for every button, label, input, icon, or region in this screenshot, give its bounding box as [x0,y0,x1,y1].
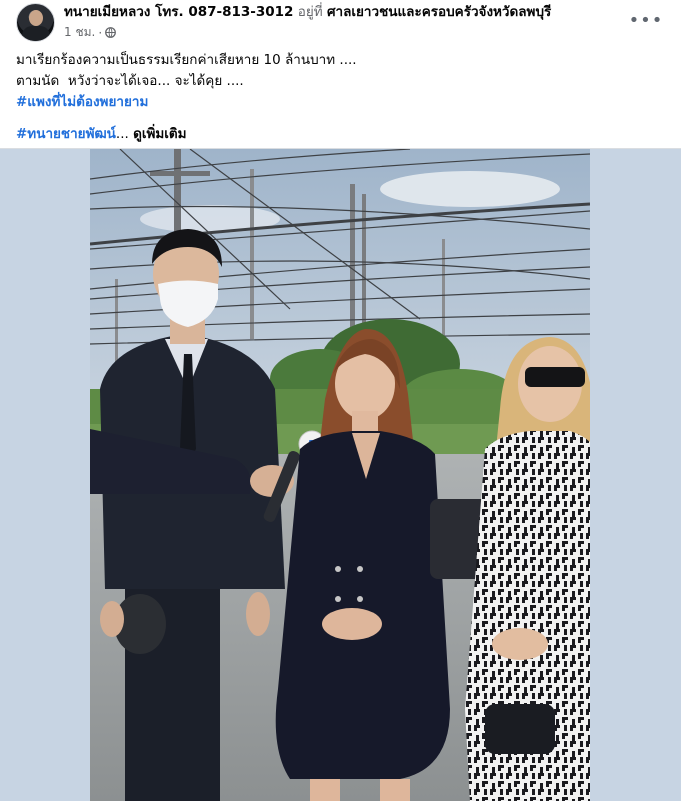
post-header: ทนายเมียหลวง โทร. 087-813-3012 อยู่ที่ ศ… [0,0,681,42]
avatar-face [29,10,43,26]
author-name-link[interactable]: ทนายเมียหลวง โทร. 087-813-3012 [64,4,293,20]
more-horizontal-icon: ••• [628,9,664,31]
avatar-suit [22,26,50,41]
post-media: 3 [0,148,681,801]
author-avatar[interactable] [16,3,55,42]
post-text-line: ตามนัด หวังว่าจะได้เจอ... จะได้คุย .... [16,73,244,89]
meta-separator: · [98,25,103,40]
globe-icon [105,27,117,38]
post-time-link[interactable]: 1 ชม. [64,23,95,42]
post-text: มาเรียกร้องความเป็นธรรมเรียกค่าเสียหาย 1… [16,50,656,145]
at-word: อยู่ที่ [297,4,323,20]
text-ellipsis: ... [115,126,129,142]
photo-illustration: 3 [90,149,590,801]
post-meta: 1 ชม. · [64,23,117,42]
see-more-button[interactable]: ดูเพิ่มเติม [133,126,186,142]
post-photo[interactable]: 3 [90,149,590,801]
hashtag-link[interactable]: #แพงที่ไม่ต้องพยายาม [16,94,148,110]
hashtag-link[interactable]: #ทนายชายพัฒน์ [16,126,116,142]
post-text-line: มาเรียกร้องความเป็นธรรมเรียกค่าเสียหาย 1… [16,52,357,68]
more-options-button[interactable]: ••• [628,6,664,34]
location-link[interactable]: ศาลเยาวชนและครอบครัวจังหวัดลพบุรี [327,4,551,20]
post-header-line: ทนายเมียหลวง โทร. 087-813-3012 อยู่ที่ ศ… [64,3,551,21]
